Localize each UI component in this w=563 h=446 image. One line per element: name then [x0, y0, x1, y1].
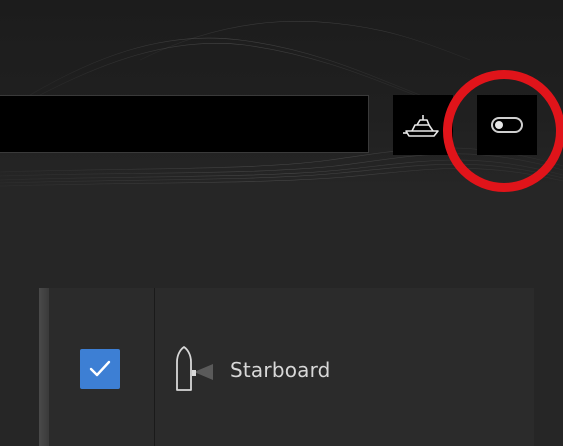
list-item-label: Starboard: [230, 358, 331, 382]
boat-icon: [403, 115, 439, 137]
toggle-switch-icon: [491, 117, 523, 133]
thruster-list: Starboard: [39, 288, 534, 446]
screen: Starboard: [0, 0, 563, 446]
toggle-knob: [495, 121, 503, 129]
checkmark-icon: [89, 360, 111, 377]
panel-divider: [154, 288, 155, 446]
vessel-type-button[interactable]: [393, 95, 453, 155]
bow-starboard-thruster-icon: [167, 346, 217, 396]
toggle-switch-button[interactable]: [477, 95, 537, 155]
vessel-name-field[interactable]: [0, 95, 369, 153]
panel-accent-bar: [39, 288, 49, 446]
starboard-checkbox[interactable]: [80, 349, 120, 389]
